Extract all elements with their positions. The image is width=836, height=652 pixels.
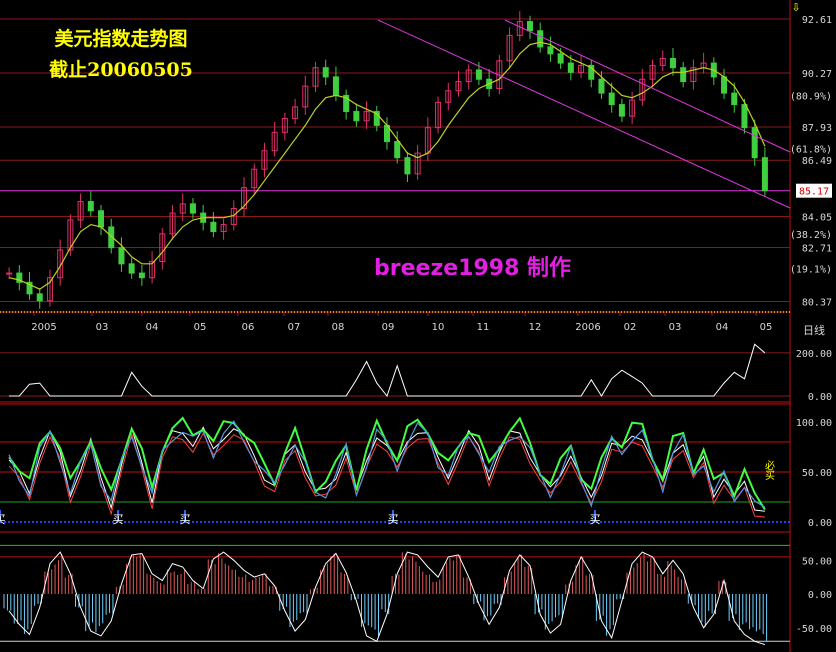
period-label: 日线 — [803, 324, 825, 337]
ind1-tick-label: 200.00 — [796, 349, 832, 360]
candle-body — [128, 263, 135, 274]
price-tick-label: 80.37 — [802, 297, 832, 308]
candle-body — [567, 62, 574, 73]
candle-body — [332, 76, 339, 96]
price-tick-label: 87.93 — [802, 123, 832, 134]
x-tick-label: 10 — [432, 322, 445, 333]
buy-signal-label: 买 — [180, 513, 191, 526]
candle-body — [547, 46, 554, 55]
ind3-tick-label: -50.00 — [796, 624, 832, 635]
histogram-chart — [3, 551, 768, 646]
candle-body — [598, 78, 605, 94]
x-tick-label: 05 — [194, 322, 207, 333]
candle-body — [118, 247, 125, 265]
stochastic-line — [8, 426, 765, 512]
x-tick-label: 03 — [96, 322, 109, 333]
candle-body — [36, 293, 43, 302]
candle-body — [618, 104, 625, 117]
candle-body — [6, 272, 13, 275]
histogram-outline — [8, 551, 766, 646]
indicator-1-chart — [9, 343, 766, 398]
scroll-arrow-icon: ⇩ — [791, 1, 800, 14]
ind3-tick-label: 0.00 — [808, 590, 832, 601]
candle-body — [680, 67, 687, 83]
ind2-tick-label: 100.00 — [796, 418, 832, 429]
candle-body — [526, 21, 533, 32]
x-tick-label: 07 — [288, 322, 301, 333]
candle-body — [210, 221, 217, 233]
x-tick-label: 2006 — [575, 322, 600, 333]
ind1-line — [9, 343, 766, 398]
price-tick-label: 82.71 — [802, 243, 832, 254]
candle-body — [557, 53, 564, 64]
ind2-tick-label: 50.00 — [802, 468, 832, 479]
candle-body — [353, 111, 360, 122]
candle-body — [87, 201, 94, 212]
candle-body — [741, 104, 748, 129]
fib-level-label: (38.2%) — [790, 230, 832, 241]
trendline-upper — [504, 19, 791, 153]
x-tick-label: 12 — [529, 322, 542, 333]
price-tick-label: 86.49 — [802, 156, 832, 167]
trendline-lower — [377, 19, 791, 209]
x-tick-label: 11 — [477, 322, 490, 333]
candle-body — [721, 76, 728, 94]
price-tick-label: 92.61 — [802, 15, 832, 26]
x-tick-label: 02 — [624, 322, 637, 333]
buy-signal-label: 买 — [113, 513, 124, 526]
x-tick-label: 08 — [332, 322, 345, 333]
fib-level-label: (19.1%) — [790, 264, 832, 275]
chart-canvas: 买 买 买 买 买 必买 92.61 90.27 87.93 86.49 84.05 82.71 80… — [0, 0, 832, 652]
x-tick-label: 04 — [716, 322, 729, 333]
chart-title: 美元指数走势图 截止20060505 — [26, 24, 216, 86]
buy-signal-label: 买 — [590, 513, 601, 526]
last-price-label: 85.17 — [799, 187, 829, 198]
fib-level-label: (80.9%) — [790, 91, 832, 102]
candle-body — [189, 203, 196, 214]
title-line-1: 美元指数走势图 — [54, 28, 188, 50]
must-buy-label: 必买 — [763, 459, 775, 481]
ind1-tick-label: 0.00 — [808, 392, 832, 403]
x-tick-label: 03 — [669, 322, 682, 333]
x-tick-label: 2005 — [31, 322, 56, 333]
x-tick-label: 04 — [146, 322, 159, 333]
x-tick-label: 05 — [760, 322, 773, 333]
candle-body — [761, 157, 768, 192]
candle-body — [98, 210, 105, 228]
title-line-2: 截止20060505 — [49, 59, 193, 81]
candle-body — [537, 30, 544, 48]
price-tick-label: 84.05 — [802, 213, 832, 224]
candle-body — [394, 141, 401, 159]
candle-body — [404, 157, 411, 175]
candle-body — [322, 67, 329, 78]
candle-body — [751, 127, 758, 159]
candle-body — [608, 92, 615, 106]
ind2-tick-label: 0.00 — [808, 518, 832, 529]
buy-signal-label: 买 — [388, 513, 399, 526]
price-tick-label: 90.27 — [802, 69, 832, 80]
ind3-tick-label: 50.00 — [802, 556, 832, 567]
x-tick-label: 06 — [242, 322, 255, 333]
candle-body — [475, 69, 482, 80]
axis-labels: 92.61 90.27 87.93 86.49 84.05 82.71 80.37 (80.9… — [31, 1, 832, 635]
candle-body — [731, 92, 738, 106]
credit-label: breeze1998 制作 — [374, 256, 572, 281]
x-tick-label: 09 — [382, 322, 395, 333]
candle-body — [138, 272, 145, 279]
candle-body — [669, 57, 676, 69]
buy-signal-label: 买 — [0, 513, 6, 526]
fib-level-label: (61.8%) — [790, 144, 832, 155]
